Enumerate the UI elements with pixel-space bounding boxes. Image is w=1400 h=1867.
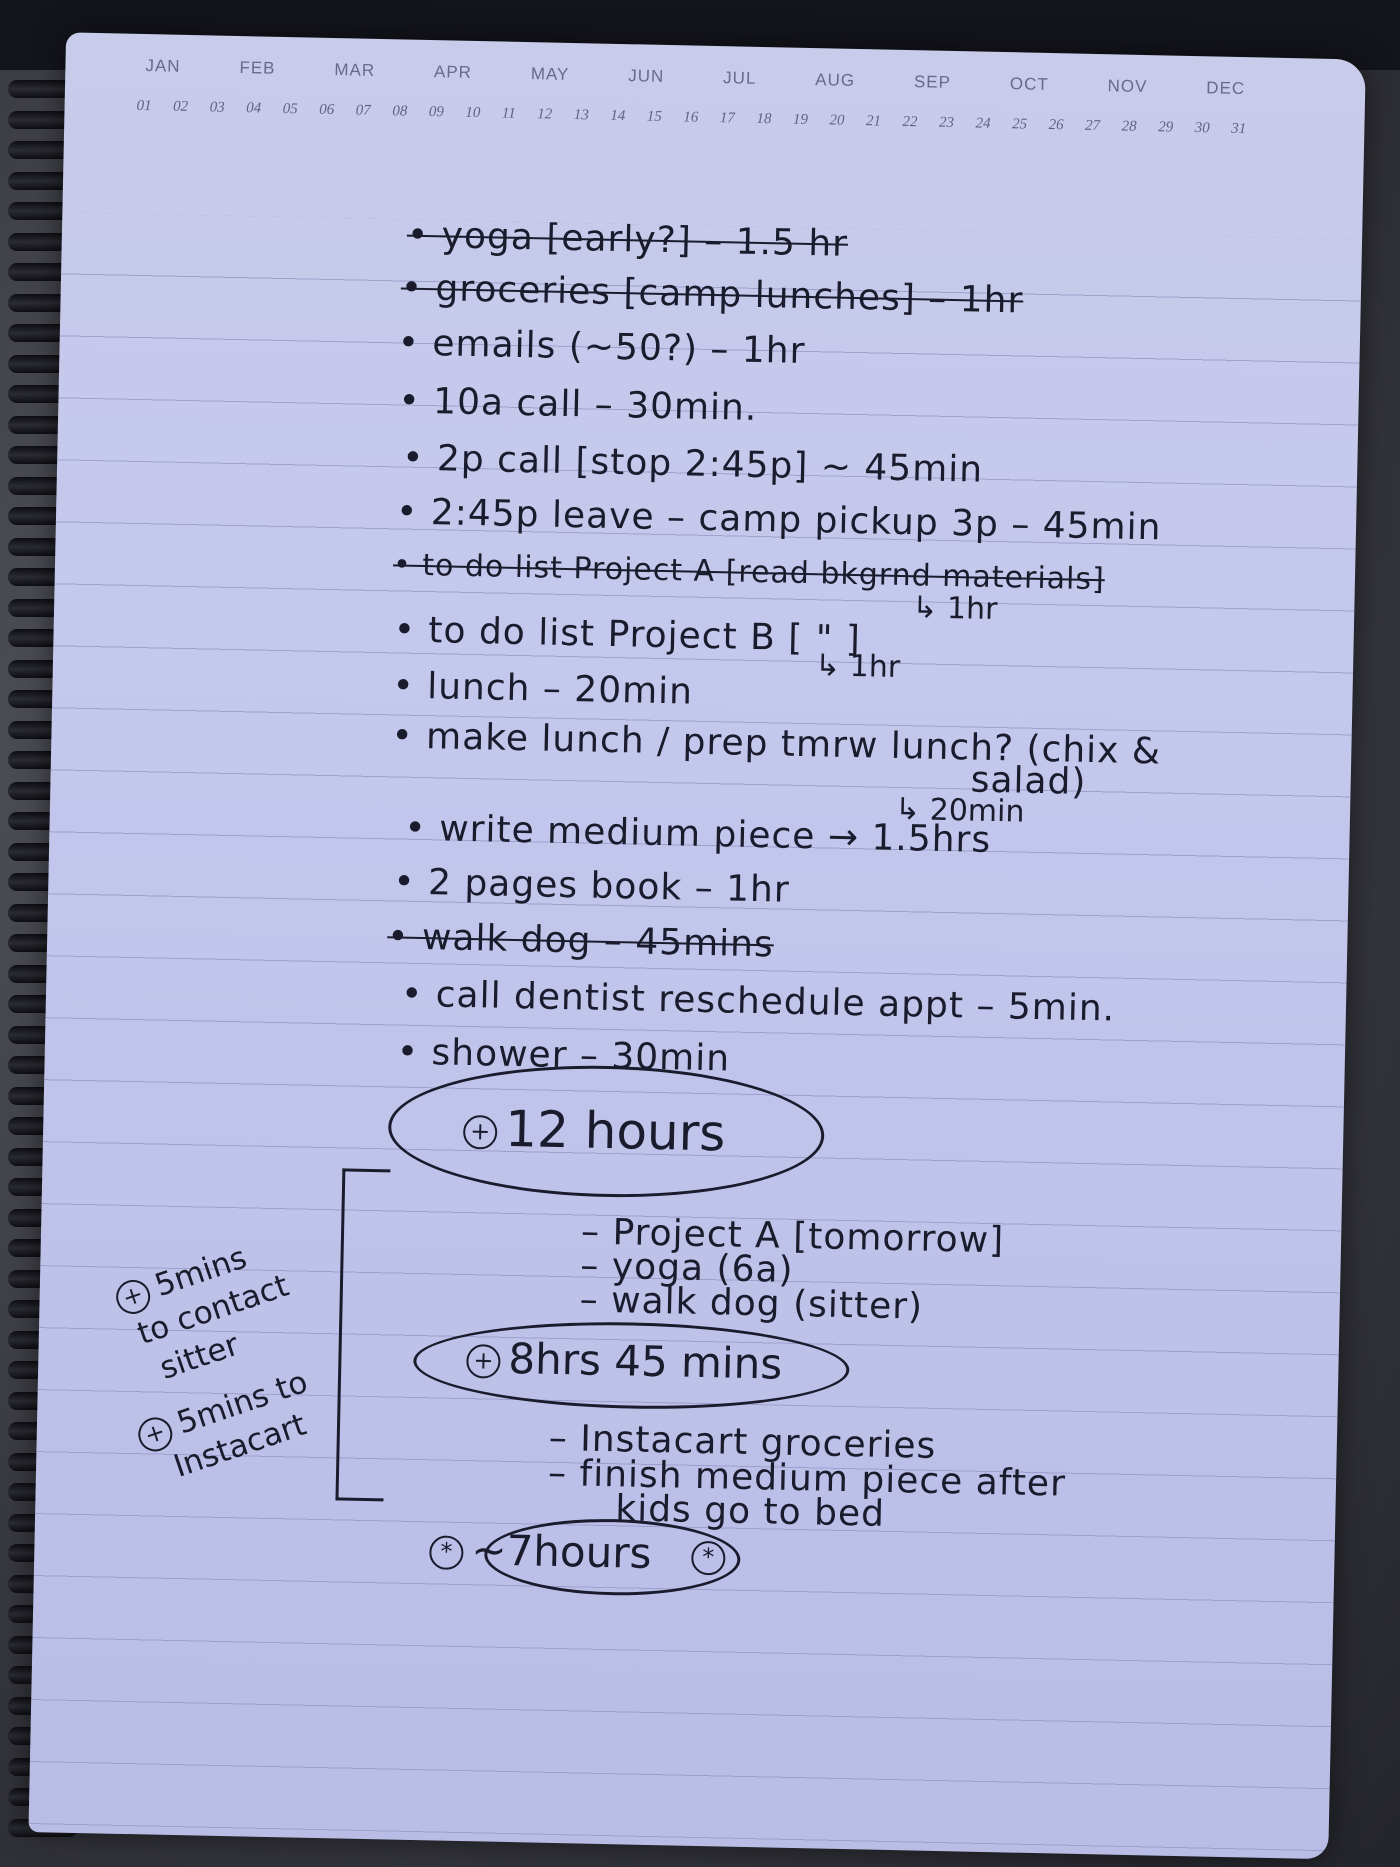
- day-label: 19: [792, 111, 809, 128]
- total-7hours: * ~7hours *: [429, 1524, 734, 1579]
- task-emails: • emails (~50?) – 1hr: [397, 322, 806, 372]
- day-label: 11: [501, 105, 516, 122]
- day-label: 21: [865, 113, 882, 130]
- day-label: 16: [683, 109, 699, 126]
- task-project-a-time: ↳ 1hr: [911, 590, 998, 628]
- day-label: 22: [902, 113, 918, 131]
- side-bracket: [335, 1168, 391, 1502]
- day-label: 18: [756, 110, 772, 128]
- task-book-pages: • 2 pages book – 1hr: [392, 861, 791, 911]
- total-7hours-text: ~7hours: [470, 1525, 652, 1578]
- task-walk-dog: • walk dog – 45mins: [386, 916, 775, 966]
- deferred-walk-dog: – walk dog (sitter): [579, 1279, 924, 1328]
- day-label: 20: [829, 112, 845, 129]
- task-project-b-time: ↳ 1hr: [814, 648, 901, 685]
- day-label: 09: [428, 104, 444, 121]
- day-header: 01 02 03 04 05 06 07 08 09 10 11 12 13 14 15 16 17 18 19 20…: [136, 98, 1246, 138]
- asterisk-icon: *: [429, 1534, 464, 1570]
- day-label: 23: [938, 114, 955, 131]
- month-label: SEP: [913, 72, 952, 92]
- month-label: JUL: [722, 68, 757, 88]
- day-label: 25: [1011, 116, 1028, 133]
- task-10a-call: • 10a call – 30min.: [398, 380, 758, 429]
- notebook-page: JAN FEB MAR APR MAY JUN JUL AUG SEP OCT NOV DEC 01 0…: [28, 32, 1366, 1860]
- day-label: 27: [1084, 117, 1101, 135]
- plus-icon: +: [466, 1343, 501, 1379]
- month-label: DEC: [1206, 78, 1246, 99]
- day-label: 15: [646, 108, 662, 125]
- total-12-hours: +12 hours: [462, 1099, 726, 1163]
- total-12-hours-text: 12 hours: [504, 1099, 726, 1163]
- asterisk-icon: *: [690, 1540, 726, 1576]
- day-label: 10: [465, 104, 481, 122]
- day-label: 07: [355, 102, 371, 119]
- day-label: 31: [1231, 120, 1247, 138]
- day-label: 28: [1121, 118, 1137, 135]
- month-label: JUN: [628, 66, 665, 86]
- day-label: 17: [719, 110, 736, 127]
- day-label: 05: [282, 100, 298, 118]
- day-label: 06: [319, 101, 335, 119]
- month-header: JAN FEB MAR APR MAY JUN JUL AUG SEP OCT NOV DEC: [145, 56, 1245, 99]
- day-label: 29: [1157, 119, 1174, 136]
- day-label: 04: [246, 100, 262, 117]
- month-label: MAY: [530, 64, 570, 84]
- day-label: 12: [537, 106, 553, 123]
- month-label: OCT: [1009, 74, 1049, 94]
- month-label: AUG: [815, 70, 856, 90]
- month-label: MAR: [334, 60, 376, 80]
- total-8hrs: +8hrs 45 mins: [466, 1333, 783, 1389]
- day-label: 01: [136, 97, 152, 115]
- day-label: 30: [1194, 120, 1210, 137]
- month-label: APR: [433, 62, 473, 82]
- day-label: 13: [573, 107, 589, 124]
- day-label: 24: [975, 115, 991, 132]
- day-label: 03: [209, 99, 225, 116]
- month-label: NOV: [1107, 76, 1148, 97]
- plus-icon: +: [462, 1114, 498, 1150]
- month-label: FEB: [239, 58, 276, 78]
- day-label: 14: [610, 107, 626, 125]
- total-8hrs-text: 8hrs 45 mins: [507, 1333, 783, 1389]
- day-label: 08: [392, 103, 408, 120]
- task-lunch: • lunch – 20min: [392, 665, 694, 713]
- month-label: JAN: [145, 56, 181, 76]
- day-label: 02: [172, 98, 189, 115]
- day-label: 26: [1048, 116, 1064, 134]
